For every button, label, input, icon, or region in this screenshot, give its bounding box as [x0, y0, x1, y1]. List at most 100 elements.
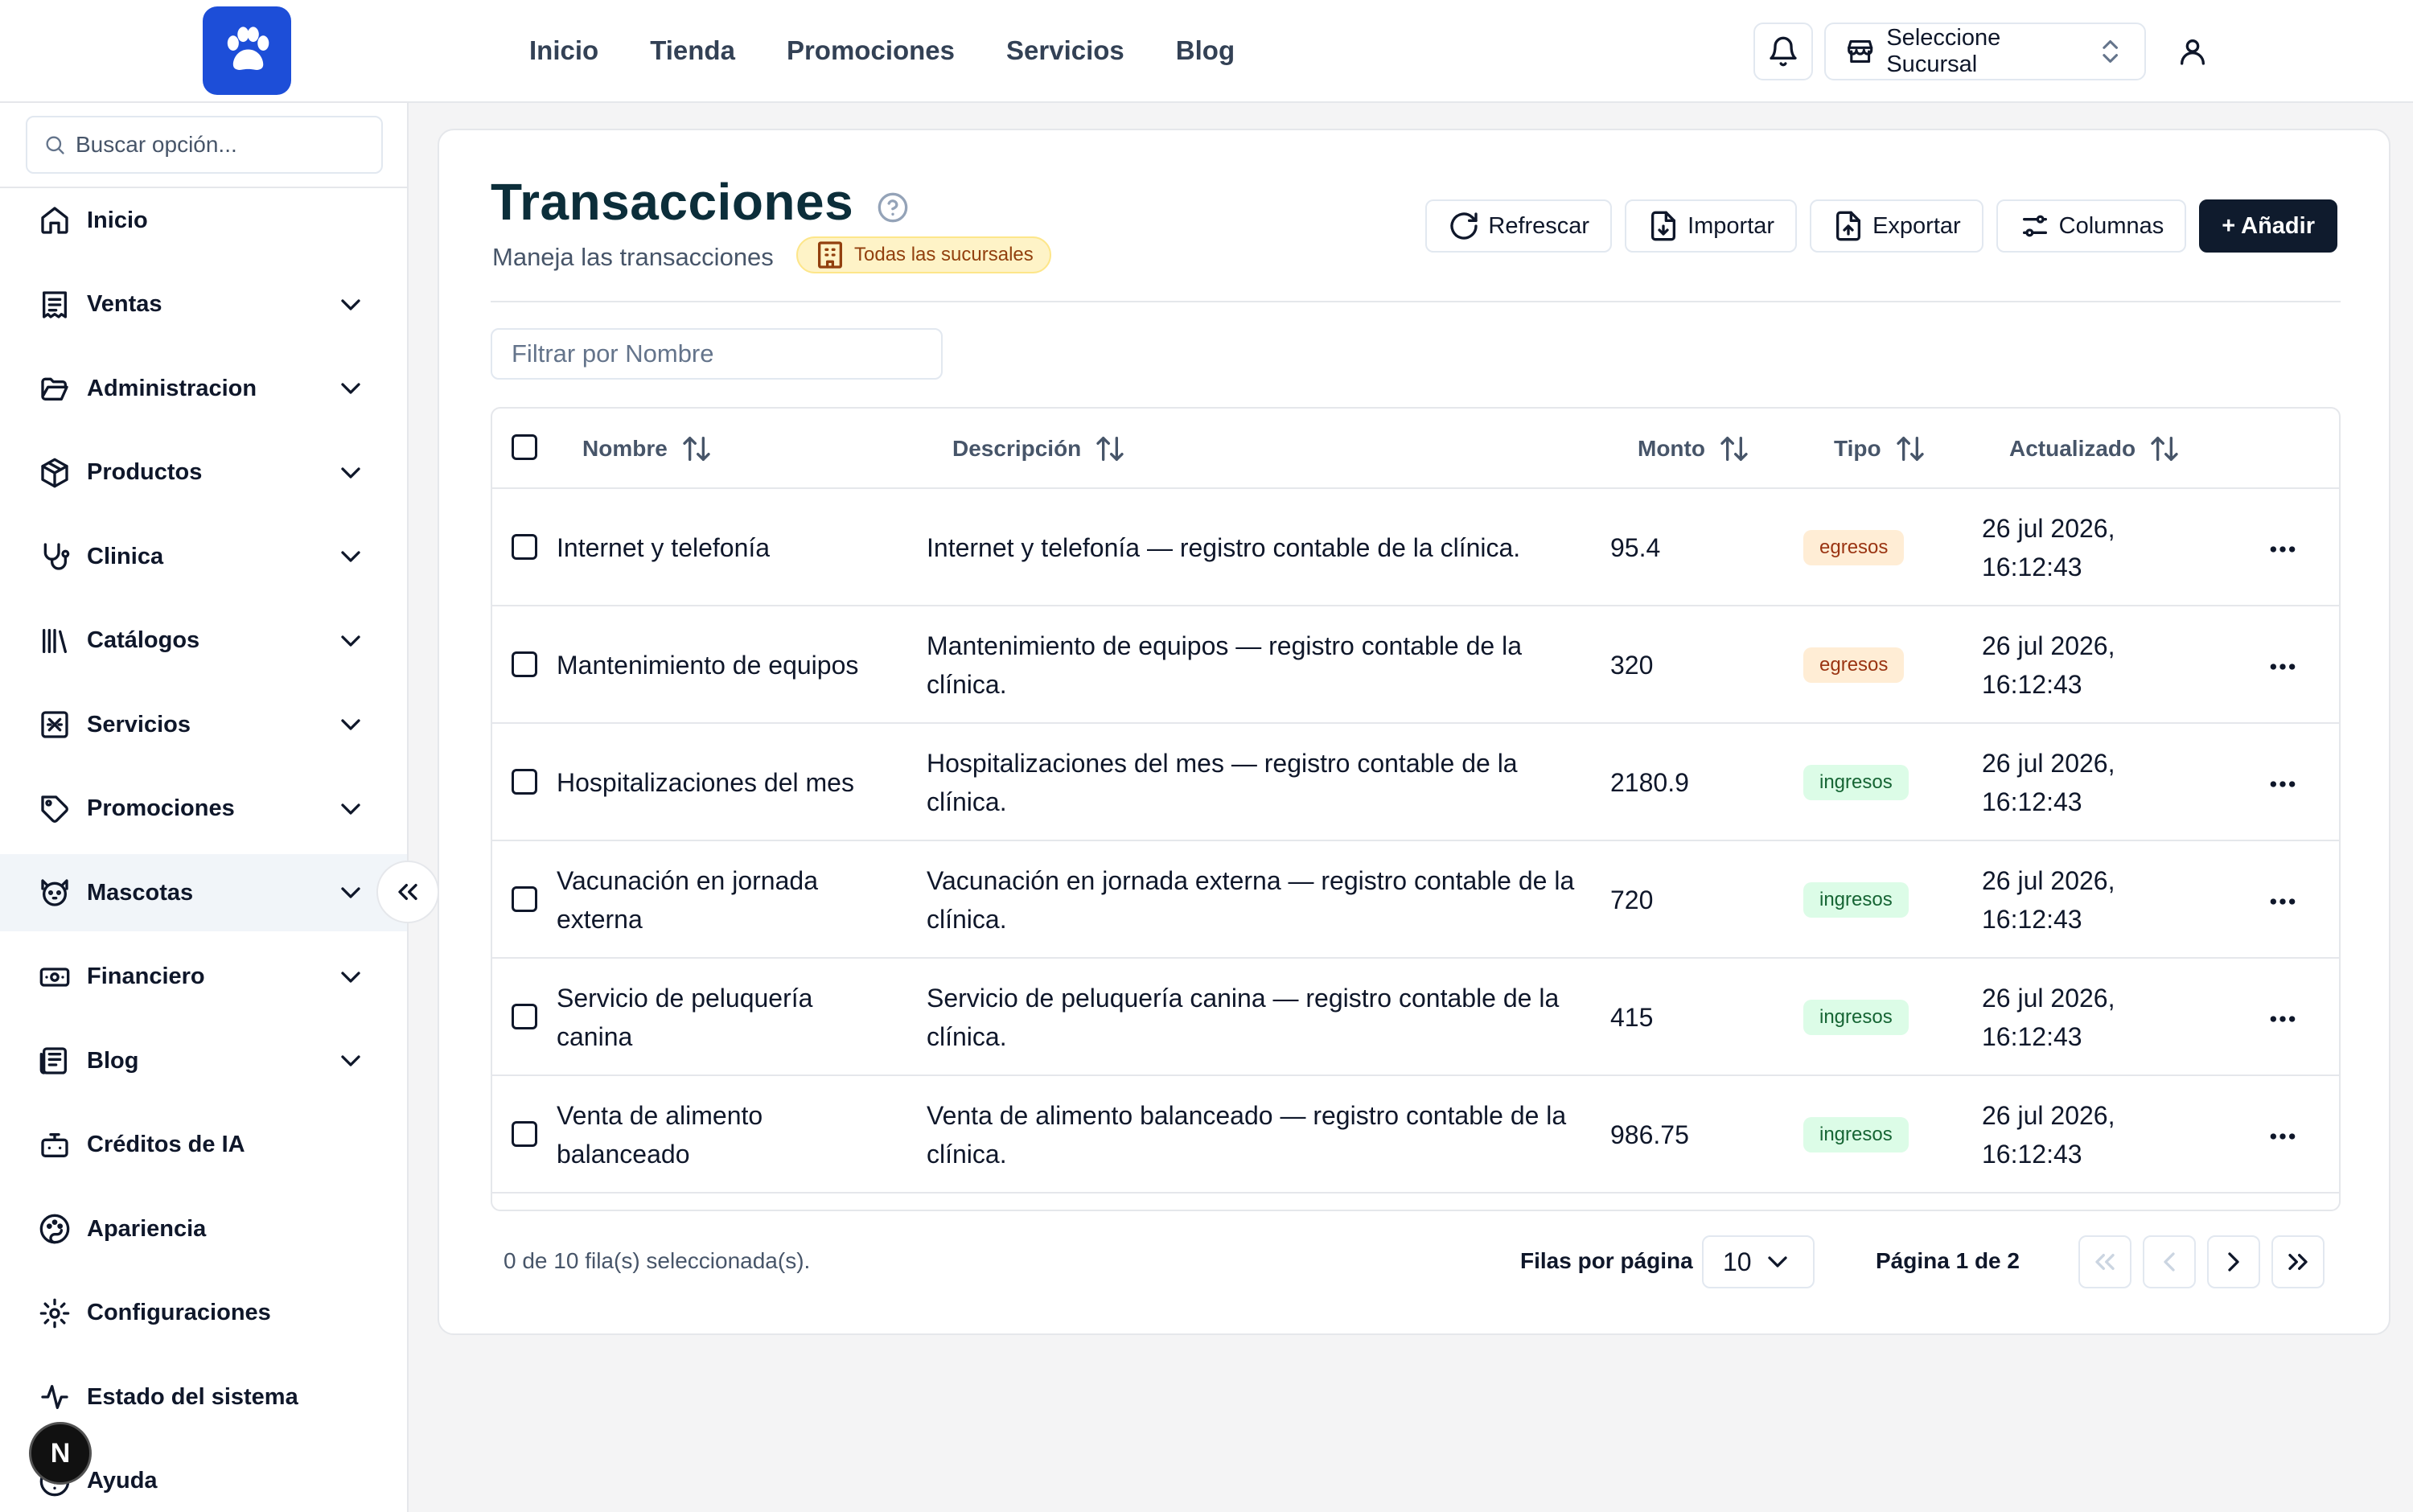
table-row[interactable]: Hospitalizaciones del mes Hospitalizacion…: [492, 724, 2339, 841]
cell-descripcion: Hospitalizaciones del mes — registro con…: [927, 749, 1518, 816]
nav-blog[interactable]: Blog: [1176, 35, 1235, 66]
last-page-button[interactable]: [2271, 1235, 2325, 1288]
select-all-checkbox[interactable]: [512, 434, 537, 460]
nav-servicios[interactable]: Servicios: [1006, 35, 1124, 66]
dev-badge-letter: N: [50, 1437, 71, 1469]
import-label: Importar: [1687, 212, 1775, 239]
page-title: Transacciones: [491, 173, 854, 231]
export-button[interactable]: Exportar: [1810, 199, 1983, 253]
table-row[interactable]: Mantenimiento de equipos Mantenimiento de…: [492, 606, 2339, 724]
filter-name-input[interactable]: [491, 328, 943, 380]
cell-actualizado: 26 jul 2026, 16:12:43: [1982, 749, 2115, 816]
chevron-down-icon[interactable]: [335, 877, 367, 909]
sidebar-search-input[interactable]: [76, 132, 365, 158]
row-checkbox[interactable]: [512, 651, 537, 677]
table-row[interactable]: Vacunación en jornada externa Vacunación …: [492, 841, 2339, 959]
import-button[interactable]: Importar: [1625, 199, 1798, 253]
notifications-button[interactable]: [1753, 23, 1813, 80]
more-horizontal-icon[interactable]: [2267, 768, 2299, 800]
rows-per-page-select[interactable]: 10: [1702, 1235, 1815, 1288]
sidebar-item[interactable]: Servicios: [0, 686, 407, 763]
cell-descripcion: Vacunación en jornada externa — registro…: [927, 866, 1575, 934]
toolbar: Refrescar Importar Exportar Columnas + A…: [1425, 199, 2337, 253]
table-row[interactable]: Venta de alimento balanceado Venta de ali…: [492, 1076, 2339, 1194]
folder-open-icon: [41, 377, 68, 401]
branch-selector[interactable]: Seleccione Sucursal: [1824, 23, 2146, 80]
sidebar-item[interactable]: Inicio: [0, 182, 407, 259]
sidebar-item[interactable]: Administracion: [0, 350, 407, 427]
nav-inicio[interactable]: Inicio: [529, 35, 598, 66]
add-button[interactable]: + Añadir: [2199, 199, 2337, 253]
sidebar-search[interactable]: [26, 116, 383, 174]
sidebar-item[interactable]: Clinica: [0, 518, 407, 595]
table-row[interactable]: Servicio de peluquería canina Servicio de…: [492, 959, 2339, 1076]
chevron-down-icon[interactable]: [335, 709, 367, 741]
row-checkbox[interactable]: [512, 1121, 537, 1147]
sidebar-item[interactable]: Financiero: [0, 939, 407, 1016]
cell-monto: 720: [1610, 885, 1654, 914]
cell-nombre: Hospitalizaciones del mes: [557, 768, 854, 797]
user-menu-button[interactable]: [2164, 24, 2222, 79]
chevron-down-icon[interactable]: [335, 289, 367, 321]
col-monto[interactable]: Monto: [1638, 409, 1750, 489]
refresh-button[interactable]: Refrescar: [1425, 199, 1613, 253]
chevron-down-icon[interactable]: [335, 1045, 367, 1077]
sidebar-item[interactable]: Catálogos: [0, 602, 407, 680]
more-horizontal-icon[interactable]: [2267, 1120, 2299, 1152]
chevron-down-icon[interactable]: [335, 625, 367, 657]
more-horizontal-icon[interactable]: [2267, 533, 2299, 565]
sidebar-item[interactable]: Ventas: [0, 266, 407, 343]
newspaper-icon: [39, 1047, 67, 1074]
chevron-down-icon[interactable]: [335, 793, 367, 825]
more-horizontal-icon[interactable]: [2267, 885, 2299, 918]
col-descripcion-label: Descripción: [952, 436, 1082, 461]
more-horizontal-icon[interactable]: [2267, 651, 2299, 683]
sidebar-item[interactable]: Configuraciones: [0, 1275, 407, 1352]
row-checkbox[interactable]: [512, 534, 537, 560]
collapse-sidebar-button[interactable]: [376, 861, 439, 923]
sidebar: Inicio Ventas Administracion Productos Clini…: [0, 103, 409, 1512]
first-page-button[interactable]: [2078, 1235, 2131, 1288]
cell-nombre: Vacunación en jornada externa: [557, 866, 818, 934]
chevron-down-icon[interactable]: [335, 540, 367, 573]
cell-nombre: Servicio de peluquería canina: [557, 984, 813, 1051]
cell-monto: 320: [1610, 651, 1654, 680]
col-actualizado-label: Actualizado: [2009, 436, 2136, 461]
columns-button[interactable]: Columnas: [1996, 199, 2187, 253]
sidebar-item-label: Clinica: [87, 543, 164, 569]
gear-icon: [39, 1298, 70, 1328]
chevron-down-icon: [1768, 1256, 1787, 1268]
nav-tienda[interactable]: Tienda: [650, 35, 735, 66]
chevrons-left-icon: [2095, 1254, 2115, 1270]
paw-logo[interactable]: [203, 6, 291, 95]
row-checkbox[interactable]: [512, 1004, 537, 1029]
sidebar-item[interactable]: Apariencia: [0, 1190, 407, 1268]
sidebar-item[interactable]: Blog: [0, 1022, 407, 1099]
services-icon: [41, 711, 68, 738]
cell-monto: 95.4: [1610, 533, 1661, 562]
table-row[interactable]: Internet y telefonía Internet y telefonía…: [492, 489, 2339, 606]
chevron-down-icon[interactable]: [335, 372, 367, 405]
row-checkbox[interactable]: [512, 886, 537, 912]
more-horizontal-icon[interactable]: [2267, 1003, 2299, 1035]
sidebar-item[interactable]: Promociones: [0, 770, 407, 848]
help-circle-icon[interactable]: [877, 191, 909, 224]
tipo-badge: ingresos: [1803, 1000, 1909, 1035]
col-monto-label: Monto: [1638, 436, 1705, 461]
sidebar-item[interactable]: Créditos de IA: [0, 1107, 407, 1184]
chevron-down-icon[interactable]: [335, 961, 367, 993]
dev-tools-badge[interactable]: N: [29, 1422, 92, 1485]
col-nombre[interactable]: Nombre: [582, 409, 713, 489]
cell-monto: 415: [1610, 1003, 1654, 1032]
col-tipo[interactable]: Tipo: [1834, 409, 1926, 489]
next-page-button[interactable]: [2207, 1235, 2260, 1288]
col-descripcion[interactable]: Descripción: [952, 409, 1126, 489]
dog-icon: [41, 879, 68, 906]
prev-page-button[interactable]: [2143, 1235, 2196, 1288]
sidebar-item[interactable]: Mascotas: [0, 854, 407, 931]
row-checkbox[interactable]: [512, 769, 537, 795]
nav-promociones[interactable]: Promociones: [787, 35, 955, 66]
col-actualizado[interactable]: Actualizado: [2009, 409, 2181, 489]
sidebar-item[interactable]: Productos: [0, 434, 407, 512]
chevron-down-icon[interactable]: [335, 457, 367, 489]
